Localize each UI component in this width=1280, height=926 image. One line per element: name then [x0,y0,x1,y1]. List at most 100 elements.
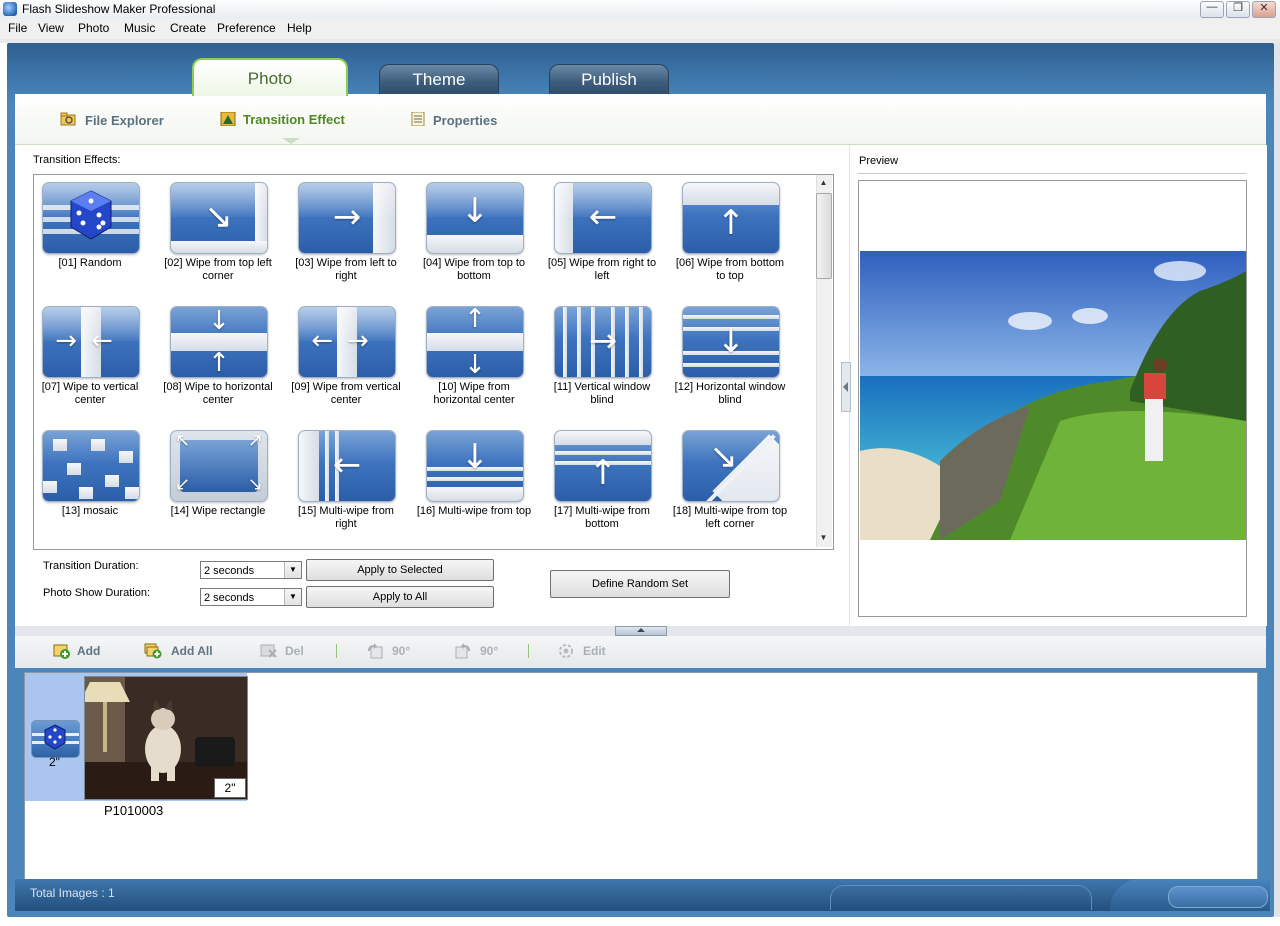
effect-thumb: ↖ ↗ ↙ ↘ [170,430,268,502]
apply-to-selected-button[interactable]: Apply to Selected [306,559,494,581]
menu-help[interactable]: Help [287,21,312,35]
sub-tab-bar [15,94,1266,145]
add-icon [53,644,70,659]
effect-random[interactable]: [01] Random [34,177,152,295]
effect-multi-wipe-bottom[interactable]: ↑ [17] Multi-wipe from bottom [544,425,664,543]
subtab-properties[interactable]: Properties [433,113,497,128]
effect-thumb: ←→ [298,306,396,378]
delete-icon [260,644,277,658]
apply-to-all-button[interactable]: Apply to All [306,586,494,608]
transition-duration-label: Transition Duration: [43,560,139,572]
effect-thumb: → [554,306,652,378]
effect-thumb: ↑ ↓ [426,306,524,378]
effect-thumb: ↓ [426,182,524,254]
rotate-right-icon [455,643,470,659]
effect-thumb: ← [554,182,652,254]
define-random-set-button[interactable]: Define Random Set [550,570,730,598]
photo-show-duration-value: 2 seconds [204,592,255,604]
properties-icon [411,112,425,126]
effect-wipe-right-to-left[interactable]: ← [05] Wipe from right to left [544,177,664,295]
minimize-button[interactable]: — [1200,1,1224,18]
tab-publish[interactable]: Publish [549,64,669,95]
subtab-file-explorer[interactable]: File Explorer [85,113,164,128]
effect-wipe-horizontal-center[interactable]: ↓ ↑ [08] Wipe to horizontal center [160,301,280,419]
effect-wipe-from-vertical-center[interactable]: ←→ [09] Wipe from vertical center [288,301,408,419]
rotate-right-button[interactable]: 90° [480,644,498,658]
menu-preference[interactable]: Preference [217,21,276,35]
transition-duration-value: 2 seconds [204,565,255,577]
add-button[interactable]: Add [77,644,100,658]
collapse-toggle-button[interactable] [615,626,667,636]
status-decoration [830,885,1092,910]
slide-transition-icon[interactable] [31,720,80,758]
tab-photo[interactable]: Photo [192,58,348,96]
effect-wipe-top-to-bottom[interactable]: ↓ [04] Wipe from top to bottom [416,177,536,295]
transition-effect-icon [220,112,236,126]
active-subtab-pointer [282,138,300,144]
effect-thumb: ↓ [682,306,780,378]
panel-splitter[interactable] [841,362,851,412]
effect-thumb [42,182,140,254]
transition-duration-badge: 2" [49,755,60,769]
effect-wipe-rectangle[interactable]: ↖ ↗ ↙ ↘ [14] Wipe rectangle [160,425,280,543]
add-all-button[interactable]: Add All [171,644,213,658]
menu-create[interactable]: Create [170,21,206,35]
tab-theme[interactable]: Theme [379,64,499,95]
rotate-left-button[interactable]: 90° [392,644,410,658]
preview-image [860,251,1246,540]
effect-multi-wipe-top[interactable]: ↓ [16] Multi-wipe from top [416,425,536,543]
effect-horizontal-window-blind[interactable]: ↓ [12] Horizontal window blind [672,301,792,419]
photo-show-duration-select[interactable]: 2 seconds ▼ [200,588,302,606]
chevron-down-icon: ▼ [284,589,301,605]
restore-button[interactable]: ❐ [1226,1,1250,18]
effect-wipe-bottom-to-top[interactable]: ↑ [06] Wipe from bottom to top [672,177,792,295]
frame-edge [1274,43,1280,917]
edit-gear-icon [559,644,573,658]
photo-filename: P1010003 [104,803,164,818]
menu-music[interactable]: Music [124,21,155,35]
effect-multi-wipe-right[interactable]: ← [15] Multi-wipe from right [288,425,408,543]
menu-view[interactable]: View [38,21,64,35]
effect-thumb: ← [298,430,396,502]
file-explorer-icon [60,112,76,126]
effect-wipe-top-left-corner[interactable]: → [02] Wipe from top left corner [160,177,280,295]
effect-thumb: ↓ ↑ [170,306,268,378]
add-all-icon [144,643,162,659]
app-icon [3,2,17,16]
window-title: Flash Slideshow Maker Professional [22,2,216,16]
scroll-thumb[interactable] [816,193,832,279]
status-decoration [1168,886,1268,908]
preview-header [858,153,1246,174]
preview-label: Preview [859,155,899,167]
effect-thumb: ↑ [682,182,780,254]
scroll-down-icon[interactable]: ▼ [816,533,831,542]
dice-icon [70,190,112,240]
effect-vertical-window-blind[interactable]: → [11] Vertical window blind [544,301,664,419]
effect-thumb: → [170,182,268,254]
effect-thumb: → [682,430,780,502]
toolbar-separator [528,644,529,658]
dice-icon [32,724,79,750]
delete-button[interactable]: Del [285,644,304,658]
transition-duration-select[interactable]: 2 seconds ▼ [200,561,302,579]
effect-thumb: ↑ [554,430,652,502]
effect-thumb [42,430,140,502]
close-button[interactable]: ✕ [1252,1,1276,18]
effect-wipe-left-to-right[interactable]: → [03] Wipe from left to right [288,177,408,295]
effect-thumb: →← [42,306,140,378]
edit-button[interactable]: Edit [583,644,606,658]
menu-photo[interactable]: Photo [78,21,109,35]
photo-duration-badge: 2" [214,778,246,798]
title-bar: Flash Slideshow Maker Professional [0,0,1280,20]
effect-wipe-vertical-center[interactable]: →← [07] Wipe to vertical center [34,301,152,419]
chevron-down-icon: ▼ [284,562,301,578]
effect-thumb: ↓ [426,430,524,502]
menu-file[interactable]: File [8,21,27,35]
effect-mosaic[interactable]: [13] mosaic [34,425,152,543]
rotate-left-icon [368,643,383,659]
effect-wipe-from-horizontal-center[interactable]: ↑ ↓ [10] Wipe from horizontal center [416,301,536,419]
subtab-transition-effect[interactable]: Transition Effect [243,112,345,127]
effect-multi-wipe-top-left-corner[interactable]: → [18] Multi-wipe from top left corner [672,425,792,543]
photo-show-duration-label: Photo Show Duration: [43,587,151,599]
scroll-up-icon[interactable]: ▲ [816,178,831,187]
